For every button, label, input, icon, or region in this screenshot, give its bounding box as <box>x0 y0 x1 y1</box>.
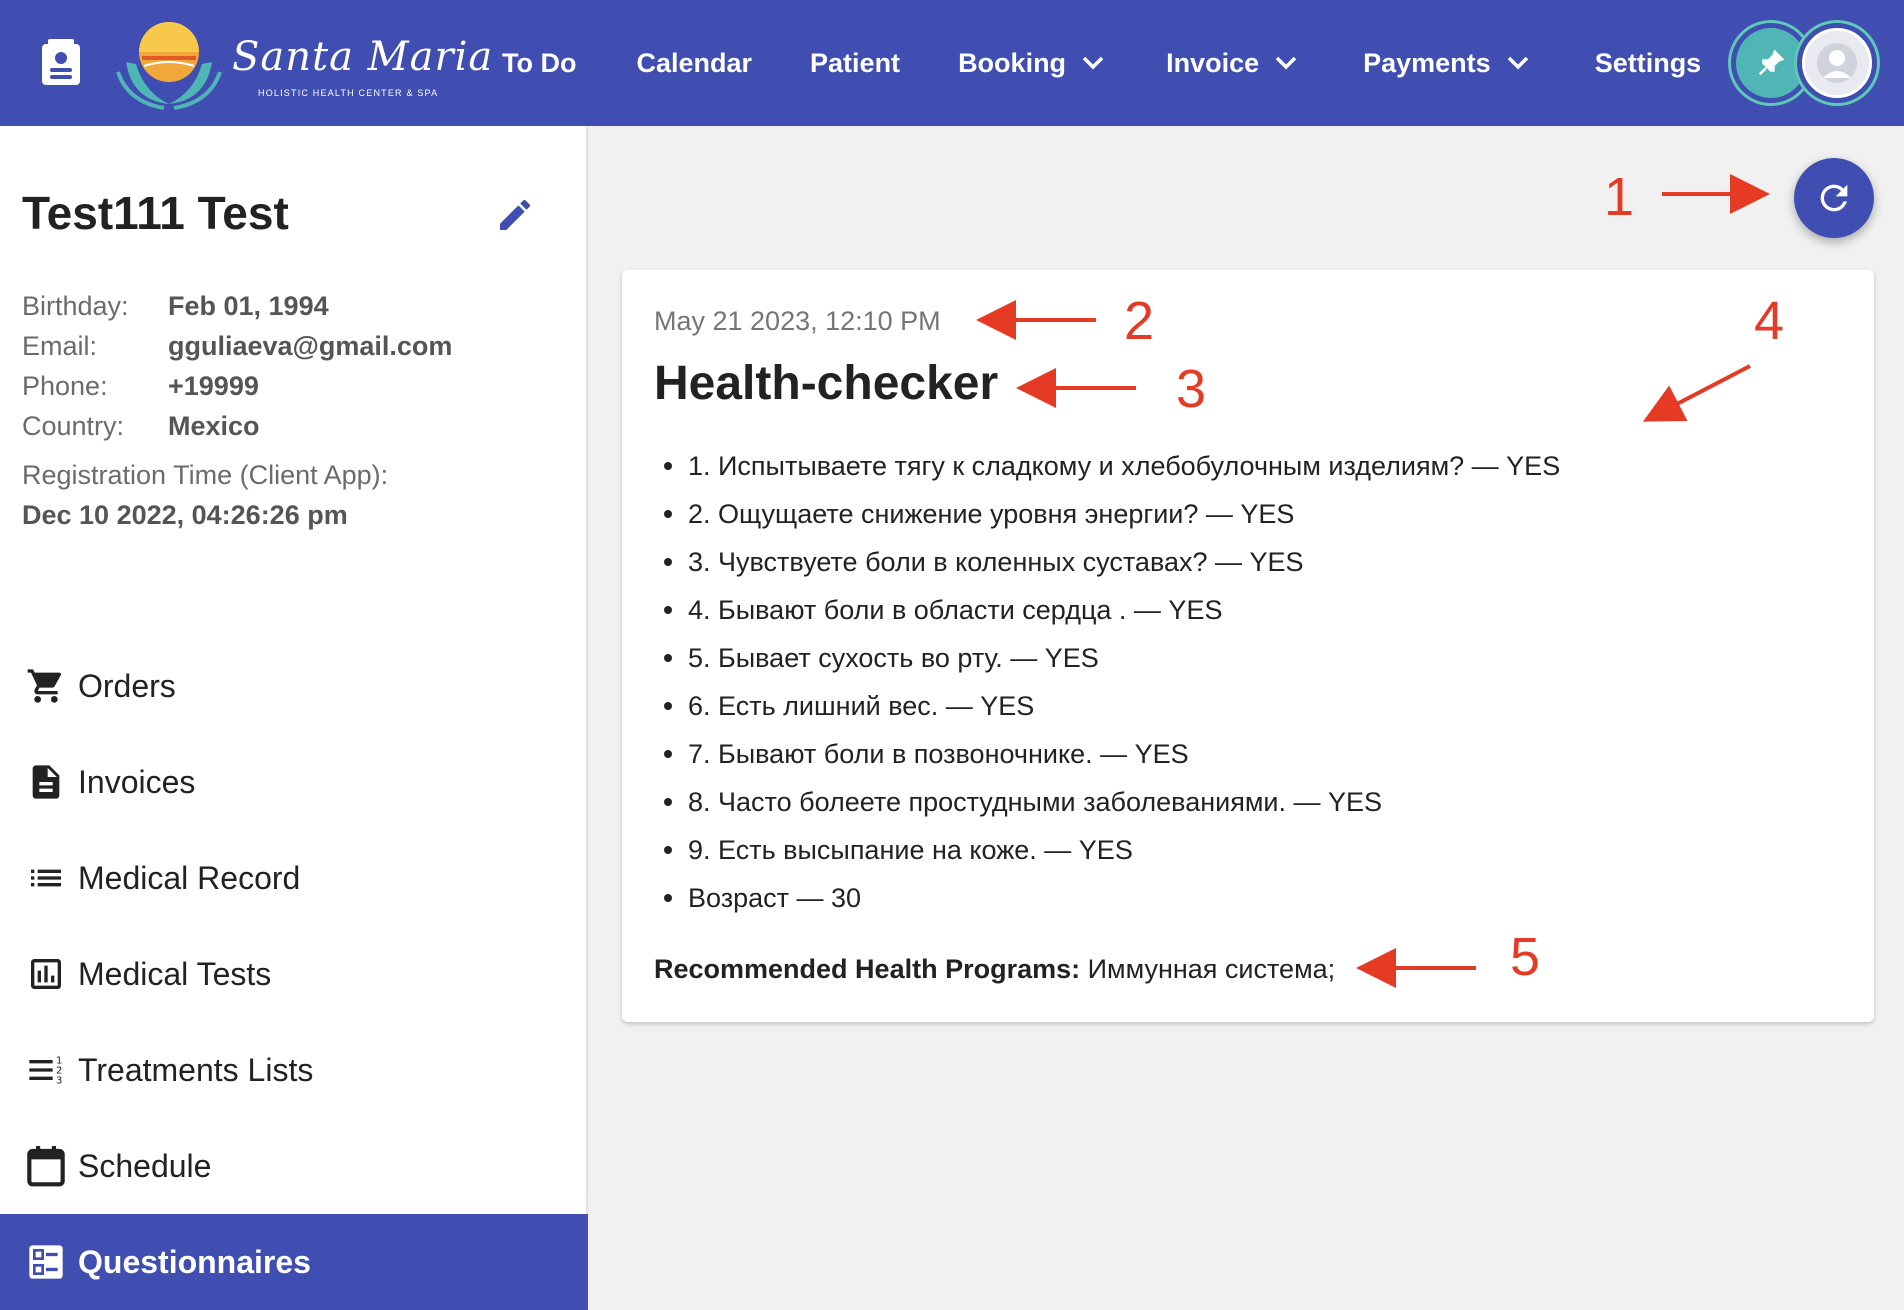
chart-box-icon <box>24 952 68 996</box>
annotation-number: 5 <box>1510 927 1541 987</box>
list-item: 9. Есть высыпание на коже. — YES <box>654 826 1560 874</box>
annotation-number: 3 <box>1176 359 1207 419</box>
nav-calendar[interactable]: Calendar <box>636 33 752 93</box>
country-row: Country: Mexico <box>22 406 562 446</box>
email-label: Email: <box>22 330 98 361</box>
sidebar-item-label: Medical Tests <box>78 955 272 992</box>
recommended-programs: Recommended Health Programs: Иммунная си… <box>654 954 1335 985</box>
chevron-down-icon <box>1275 56 1297 70</box>
sidebar-item-label: Schedule <box>78 1147 212 1184</box>
list-item: Возраст — 30 <box>654 874 1560 922</box>
sidebar-item-schedule[interactable]: Schedule <box>0 1118 588 1214</box>
sidebar-item-questionnaires[interactable]: Questionnaires <box>0 1214 588 1310</box>
answers-list: 1. Испытываете тягу к сладкому и хлебобу… <box>654 442 1560 922</box>
pin-icon <box>1758 49 1785 76</box>
cart-icon <box>24 664 68 708</box>
list-item: 2. Ощущаете снижение уровня энергии? — Y… <box>654 490 1560 538</box>
nav-todo[interactable]: To Do <box>502 33 576 93</box>
list-item: 8. Часто болеете простудными заболевания… <box>654 778 1560 826</box>
questionnaire-card: May 21 2023, 12:10 PM Health-checker 1. … <box>622 270 1874 1022</box>
sidebar-item-invoices[interactable]: Invoices <box>0 734 588 830</box>
patient-sidebar: Test111 Test Birthday: Feb 01, 1994 Emai… <box>0 126 588 1310</box>
questionnaire-date: May 21 2023, 12:10 PM <box>654 306 941 336</box>
email-value: gguliaeva@gmail.com <box>168 330 453 361</box>
avatar[interactable] <box>1794 20 1880 106</box>
sidebar-menu: Orders Invoices Medical Record Medical T… <box>0 638 588 1310</box>
calendar-icon <box>24 1144 68 1188</box>
recommended-label: Recommended Health Programs: <box>654 954 1081 984</box>
nav-patient[interactable]: Patient <box>810 33 900 93</box>
document-icon <box>24 760 68 804</box>
annotation-number: 4 <box>1754 291 1785 351</box>
list-item: 3. Чувствуете боли в коленных суставах? … <box>654 538 1560 586</box>
avatar-icon <box>1817 43 1857 83</box>
recommended-value: Иммунная система; <box>1080 954 1336 984</box>
sidebar-item-medical-tests[interactable]: Medical Tests <box>0 926 588 1022</box>
nav-booking[interactable]: Booking <box>958 33 1104 93</box>
sidebar-item-label: Questionnaires <box>78 1243 311 1280</box>
phone-value: +19999 <box>168 370 259 401</box>
questionnaire-title: Health-checker <box>654 357 999 410</box>
patient-info: Birthday: Feb 01, 1994 Email: gguliaeva@… <box>22 286 562 446</box>
country-value: Mexico <box>168 410 260 441</box>
edit-patient-button[interactable] <box>492 192 538 238</box>
list-item: 6. Есть лишний вес. — YES <box>654 682 1560 730</box>
sidebar-item-orders[interactable]: Orders <box>0 638 588 734</box>
contact-card-icon[interactable] <box>36 36 86 90</box>
annotation-number: 2 <box>1124 291 1155 351</box>
registration-value: Dec 10 2022, 04:26:26 pm <box>22 500 348 530</box>
nav-payments[interactable]: Payments <box>1363 33 1529 93</box>
list-item: 4. Бывают боли в области сердца . — YES <box>654 586 1560 634</box>
birthday-value: Feb 01, 1994 <box>168 290 329 321</box>
sidebar-item-label: Medical Record <box>78 859 301 896</box>
refresh-button[interactable] <box>1794 158 1874 238</box>
birthday-label: Birthday: <box>22 290 129 321</box>
santa-maria-logo[interactable]: Santa Maria HOLISTIC HEALTH CENTER & SPA <box>114 12 492 112</box>
pencil-icon <box>500 199 531 230</box>
chevron-down-icon <box>1507 56 1528 70</box>
sidebar-item-treatments-lists[interactable]: 123 Treatments Lists <box>0 1022 588 1118</box>
list-icon <box>24 856 68 900</box>
top-navbar: Santa Maria HOLISTIC HEALTH CENTER & SPA… <box>0 0 1904 126</box>
sidebar-item-label: Orders <box>78 667 176 704</box>
birthday-row: Birthday: Feb 01, 1994 <box>22 286 562 326</box>
annotation-number: 1 <box>1604 167 1635 227</box>
chevron-down-icon <box>1082 56 1104 70</box>
phone-label: Phone: <box>22 370 108 401</box>
main-nav: To Do Calendar Patient Booking Invoice P… <box>480 0 1701 126</box>
sidebar-item-label: Invoices <box>78 763 196 800</box>
refresh-icon <box>1820 184 1848 212</box>
logo-subtitle: HOLISTIC HEALTH CENTER & SPA <box>258 88 439 98</box>
phone-row: Phone: +19999 <box>22 366 562 406</box>
list-item: 7. Бывают боли в позвоночнике. — YES <box>654 730 1560 778</box>
svg-text:3: 3 <box>56 1075 62 1086</box>
email-row: Email: gguliaeva@gmail.com <box>22 326 562 366</box>
list-item: 5. Бывает сухость во рту. — YES <box>654 634 1560 682</box>
nav-settings[interactable]: Settings <box>1595 33 1702 93</box>
sidebar-item-medical-record[interactable]: Medical Record <box>0 830 588 926</box>
nav-invoice[interactable]: Invoice <box>1166 33 1297 93</box>
registration-label: Registration Time (Client App): <box>22 460 389 490</box>
logo-title: Santa Maria <box>232 34 494 80</box>
numbered-list-icon: 123 <box>24 1048 68 1092</box>
sidebar-item-label: Treatments Lists <box>78 1051 314 1088</box>
questionnaire-icon <box>24 1240 68 1284</box>
patient-name: Test111 Test <box>22 187 289 239</box>
top-right-actions <box>1728 18 1880 108</box>
list-item: 1. Испытываете тягу к сладкому и хлебобу… <box>654 442 1560 490</box>
country-label: Country: <box>22 410 125 441</box>
